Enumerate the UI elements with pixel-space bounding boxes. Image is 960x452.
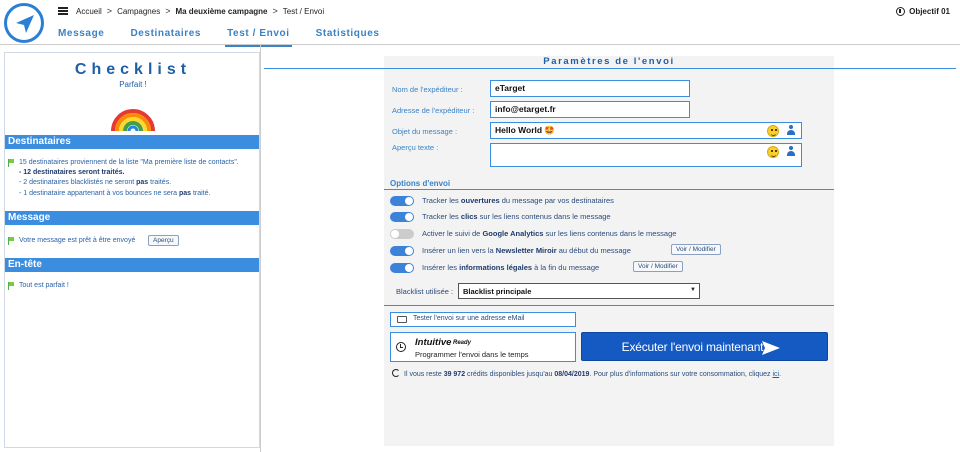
schedule-send-label: Programmer l'envoi dans le temps: [415, 350, 529, 359]
entete-status: Tout est parfait !: [19, 282, 69, 289]
sender-name-field[interactable]: eTarget: [490, 80, 690, 97]
breadcrumb-current: Test / Envoi: [282, 6, 325, 16]
option-google-analytics: Activer le suivi de Google Analytics sur…: [422, 229, 677, 238]
tab-destinataires[interactable]: Destinataires: [130, 28, 201, 44]
option-newsletter-miroir: Insérer un lien vers la Newsletter Miroi…: [422, 246, 631, 255]
blacklist-label: Blacklist utilisée :: [396, 287, 454, 296]
user-circle-icon: [896, 6, 906, 16]
breadcrumb: Accueil > Campagnes > Ma deuxième campag…: [58, 3, 324, 19]
toggle-newsletter-miroir[interactable]: [390, 246, 414, 256]
options-title: Options d'envoi: [390, 179, 451, 188]
toggle-track-clicks[interactable]: [390, 212, 414, 222]
voir-modifier-miroir-button[interactable]: Voir / Modifier: [671, 244, 721, 255]
tab-test-envoi[interactable]: Test / Envoi: [225, 28, 292, 47]
flag-icon: [8, 282, 14, 290]
preview-text-label: Aperçu texte :: [392, 143, 439, 152]
section-destinataires-header: Destinataires: [5, 135, 259, 149]
personalize-icon[interactable]: [786, 125, 796, 136]
option-informations-legales: Insérer les informations légales à la fi…: [422, 263, 600, 272]
sender-email-field[interactable]: info@etarget.fr: [490, 101, 690, 118]
breadcrumb-home[interactable]: Accueil: [76, 7, 102, 16]
emoji-picker-icon[interactable]: [767, 146, 779, 158]
intuitive-ready-button[interactable]: Intuitive Ready Programmer l'envoi dans …: [390, 332, 576, 362]
preview-text-field[interactable]: [490, 143, 802, 167]
refresh-icon[interactable]: [392, 369, 400, 377]
apercu-button[interactable]: Aperçu: [148, 235, 179, 246]
voir-modifier-legal-button[interactable]: Voir / Modifier: [633, 261, 683, 272]
divider: [384, 189, 834, 190]
subject-label: Objet du message :: [392, 127, 458, 136]
subject-field[interactable]: Hello World 🤩: [490, 122, 802, 139]
execute-send-button[interactable]: Exécuter l'envoi maintenant: [581, 332, 828, 361]
divider: [264, 68, 956, 69]
tab-message[interactable]: Message: [58, 28, 104, 44]
sender-name-label: Nom de l'expéditeur :: [392, 85, 463, 94]
checklist-panel: Checklist Parfait ! Destinataires 15 des…: [4, 52, 260, 448]
test-send-label: Tester l'envoi sur une adresse eMail: [413, 315, 525, 322]
toggle-informations-legales[interactable]: [390, 263, 414, 273]
option-track-opens: Tracker les ouvertures du message par vo…: [422, 196, 614, 205]
destinataires-bounces: - 1 destinataire appartenant à vos bounc…: [19, 190, 211, 197]
chevron-right-icon: >: [165, 6, 171, 16]
destinataires-source: 15 destinataires proviennent de la liste…: [19, 159, 239, 166]
tab-statistiques[interactable]: Statistiques: [316, 28, 380, 44]
blacklist-select[interactable]: Blacklist principale: [458, 283, 700, 299]
checklist-status: Parfait !: [119, 80, 147, 89]
app-logo[interactable]: [4, 3, 44, 43]
flag-icon: [8, 159, 14, 167]
destinataires-treated: - 12 destinataires seront traités.: [19, 169, 125, 176]
destinataires-blacklisted: - 2 destinataires blacklistés ne seront …: [19, 179, 172, 186]
credits-info: Il vous reste 39 972 crédits disponibles…: [392, 369, 781, 378]
chevron-right-icon: >: [106, 6, 113, 16]
rainbow-icon: [111, 109, 155, 132]
section-message-header: Message: [5, 211, 259, 225]
divider: [0, 44, 960, 45]
test-send-button[interactable]: Tester l'envoi sur une adresse eMail: [390, 312, 576, 327]
send-arrow-icon: [762, 341, 780, 355]
execute-send-label: Exécuter l'envoi maintenant: [621, 340, 764, 354]
emoji-picker-icon[interactable]: [767, 125, 779, 137]
message-status: Votre message est prêt à être envoyé: [19, 237, 136, 244]
breadcrumb-campaigns[interactable]: Campagnes: [117, 7, 160, 16]
menu-icon[interactable]: [58, 7, 68, 15]
divider: [384, 305, 834, 306]
personalize-icon[interactable]: [786, 146, 796, 157]
option-track-clicks: Tracker les clics sur les liens contenus…: [422, 212, 611, 221]
checklist-title: Checklist: [74, 61, 192, 78]
objectif-indicator[interactable]: Objectif 01: [896, 3, 950, 19]
intuitive-ready-label: Ready: [453, 340, 472, 346]
chevron-right-icon: >: [272, 6, 278, 16]
sender-email-label: Adresse de l'expéditeur :: [392, 106, 475, 115]
clock-icon: [396, 342, 406, 352]
objectif-label: Objectif 01: [909, 6, 950, 16]
params-title: Paramètres de l'envoi: [543, 56, 675, 67]
flag-icon: [8, 237, 14, 245]
tab-bar: Message Destinataires Test / Envoi Stati…: [58, 28, 406, 47]
breadcrumb-campaign[interactable]: Ma deuxième campagne: [175, 7, 267, 16]
intuitive-logo: Intuitive: [415, 337, 452, 348]
envelope-icon: [397, 316, 407, 323]
toggle-google-analytics[interactable]: [390, 229, 414, 239]
caret-down-icon: ▼: [690, 287, 696, 293]
paper-plane-icon: [16, 15, 34, 33]
section-entete-header: En-tête: [5, 258, 259, 272]
divider: [260, 45, 261, 452]
toggle-track-opens[interactable]: [390, 196, 414, 206]
